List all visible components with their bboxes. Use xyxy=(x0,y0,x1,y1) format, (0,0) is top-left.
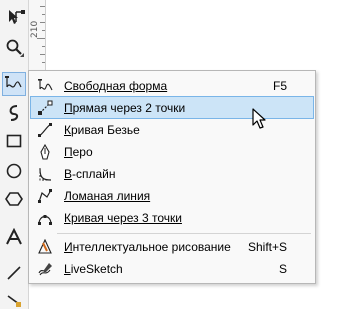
menu-item-livesketch[interactable]: LiveSketch S xyxy=(31,258,313,279)
ruler-tick xyxy=(42,14,45,15)
toolbox xyxy=(0,0,29,309)
freehand-tool-button[interactable] xyxy=(2,72,26,96)
two-point-line-icon xyxy=(34,97,56,118)
polygon-tool-button[interactable] xyxy=(3,188,25,210)
ellipse-tool-button[interactable] xyxy=(3,160,25,182)
menu-item-label: Кривая Безье xyxy=(64,122,140,137)
text-tool-button[interactable] xyxy=(3,226,25,248)
ruler-tick xyxy=(40,6,45,7)
polyline-icon xyxy=(34,185,56,206)
menu-item-label: B-сплайн xyxy=(64,166,116,181)
menu-item-freehand[interactable]: Свободная форма F5 xyxy=(31,75,313,96)
menu-item-shortcut: Shift+S xyxy=(247,239,287,254)
menu-item-label: Интеллектуальное рисование xyxy=(64,239,231,254)
text-a-icon xyxy=(6,228,22,245)
bezier-icon xyxy=(34,119,56,140)
menu-item-label: Ломаная линия xyxy=(64,188,151,203)
menu-item-label: LiveSketch xyxy=(64,261,123,276)
ruler-tick xyxy=(42,62,45,63)
ruler-tick xyxy=(40,54,45,55)
menu-item-bspline[interactable]: B-сплайн xyxy=(31,163,313,184)
rectangle-icon xyxy=(6,134,22,148)
bspline-icon xyxy=(34,163,56,184)
polygon-icon xyxy=(5,192,23,206)
artistic-media-tool-button[interactable] xyxy=(3,102,25,124)
menu-item-two-point-line[interactable]: Прямая через 2 точки xyxy=(30,96,314,119)
ruler-tick xyxy=(37,38,45,39)
connector-icon xyxy=(7,295,21,307)
zoom-tool-button[interactable] xyxy=(3,36,25,58)
ruler-label: 210 xyxy=(30,20,40,38)
ruler-tick xyxy=(42,30,45,31)
ruler-tick xyxy=(42,46,45,47)
menu-item-label: Перо xyxy=(64,144,93,159)
menu-item-smart-drawing[interactable]: Интеллектуальное рисование Shift+S xyxy=(31,236,313,257)
menu-separator xyxy=(57,233,311,234)
menu-item-shortcut: S xyxy=(278,261,287,276)
menu-item-polyline[interactable]: Ломаная линия xyxy=(31,185,313,206)
curve-tools-flyout-menu: Свободная форма F5 Прямая через 2 точки … xyxy=(28,70,316,284)
node-icon xyxy=(15,10,25,22)
connector-tool-button[interactable] xyxy=(3,262,25,284)
menu-item-pen[interactable]: Перо xyxy=(31,141,313,162)
brush-icon xyxy=(9,105,19,121)
menu-item-label: Свободная форма xyxy=(64,78,168,93)
menu-item-shortcut: F5 xyxy=(272,78,287,93)
smart-drawing-icon xyxy=(34,236,56,257)
mouse-cursor-icon xyxy=(252,108,266,129)
rectangle-tool-button[interactable] xyxy=(3,130,25,152)
pen-icon xyxy=(34,141,56,162)
freehand-icon xyxy=(34,75,56,96)
menu-item-bezier[interactable]: Кривая Безье xyxy=(31,119,313,140)
menu-item-label: Прямая через 2 точки xyxy=(64,100,186,115)
vertical-ruler: 210 xyxy=(29,0,46,70)
three-point-curve-icon xyxy=(34,207,56,228)
flyout-indicator xyxy=(20,53,24,57)
ellipse-icon xyxy=(6,163,22,179)
shape-tool-button[interactable] xyxy=(14,10,26,24)
menu-item-label: Кривая через 3 точки xyxy=(64,210,182,225)
ruler-tick xyxy=(40,22,45,23)
freehand-icon xyxy=(5,76,22,88)
line-icon xyxy=(7,266,21,280)
menu-item-three-point-curve[interactable]: Кривая через 3 точки xyxy=(31,207,313,228)
livesketch-icon xyxy=(34,258,56,279)
